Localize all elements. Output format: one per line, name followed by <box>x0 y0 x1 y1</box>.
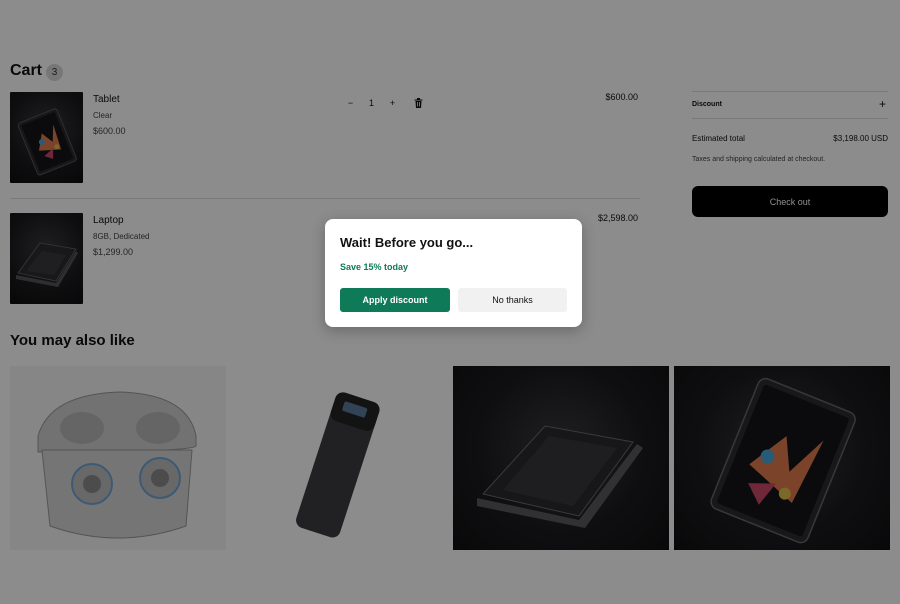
exit-intent-modal: Wait! Before you go... Save 15% today Ap… <box>325 219 582 327</box>
no-thanks-button[interactable]: No thanks <box>458 288 567 312</box>
modal-subtitle: Save 15% today <box>340 262 409 272</box>
apply-discount-button[interactable]: Apply discount <box>340 288 450 312</box>
modal-title: Wait! Before you go... <box>340 235 474 250</box>
cart-page: Cart 3 Tablet Clear $600.00 − 1 + $600.0… <box>0 0 900 604</box>
